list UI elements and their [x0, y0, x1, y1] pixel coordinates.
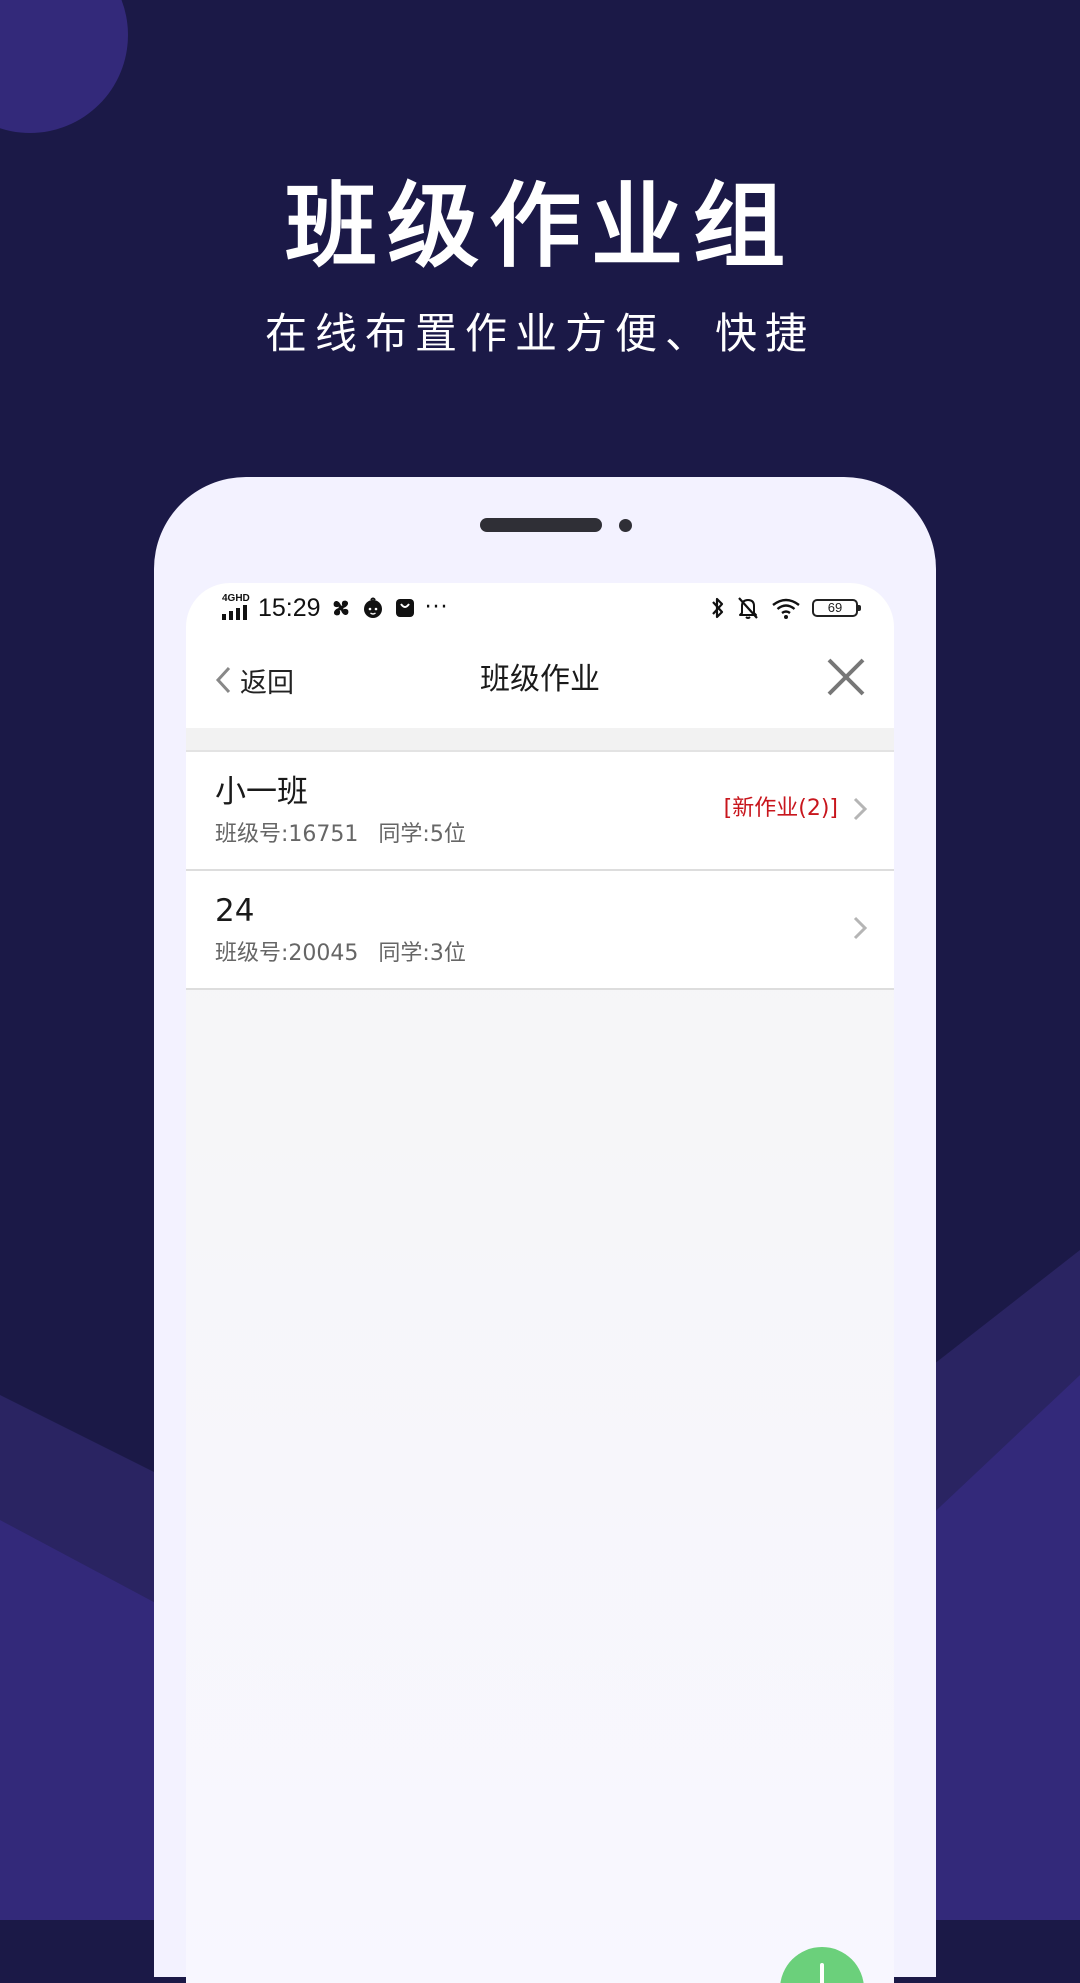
class-name: 小一班 — [215, 774, 308, 810]
chevron-right-icon — [853, 916, 868, 940]
phone-speaker — [480, 518, 602, 532]
cellular-signal-icon: 4GHD — [222, 594, 254, 622]
bell-muted-icon — [738, 597, 758, 619]
baby-face-icon — [363, 597, 382, 618]
status-left: 4GHD 15:29 ··· — [222, 591, 449, 625]
phone-mockup: 4GHD 15:29 ··· 69 返回 班级作业 小一班 班级号:16751 … — [154, 477, 936, 1983]
nav-bar: 返回 班级作业 — [186, 633, 894, 728]
class-list-item[interactable]: 24 班级号:20045 同学:3位 — [186, 871, 894, 990]
bluetooth-icon — [712, 597, 724, 619]
close-icon[interactable] — [824, 655, 868, 699]
new-homework-badge: [新作业(2)] — [723, 796, 838, 821]
headline-title: 班级作业组 — [284, 173, 795, 280]
status-bar: 4GHD 15:29 ··· 69 — [186, 583, 894, 633]
headline-subtitle: 在线布置作业方便、快捷 — [264, 309, 815, 358]
class-list: 小一班 班级号:16751 同学:5位 [新作业(2)] 24 班级号:20045… — [186, 752, 894, 990]
class-name: 24 — [215, 893, 255, 929]
status-time: 15:29 — [258, 593, 321, 622]
fan-icon — [333, 600, 348, 616]
section-divider — [186, 728, 894, 752]
battery-level: 69 — [827, 600, 843, 615]
add-class-button[interactable] — [780, 1947, 864, 1983]
phone-screen: 4GHD 15:29 ··· 69 返回 班级作业 小一班 班级号:16751 … — [186, 583, 894, 1983]
phone-camera — [619, 519, 632, 532]
class-number: 班级号:20045 — [215, 941, 359, 966]
class-meta: 班级号:16751 同学:5位 — [215, 820, 466, 850]
student-count: 同学:5位 — [378, 822, 466, 847]
status-right: 69 — [710, 591, 861, 625]
student-count: 同学:3位 — [378, 941, 466, 966]
plus-icon — [820, 1963, 824, 1983]
network-type: 4GHD — [222, 593, 250, 604]
back-button[interactable]: 返回 — [214, 659, 294, 701]
decorative-circle — [0, 0, 128, 133]
wifi-icon — [772, 598, 800, 619]
back-button-label: 返回 — [240, 667, 294, 699]
more-notifications-icon: ··· — [424, 595, 449, 620]
class-list-item[interactable]: 小一班 班级号:16751 同学:5位 [新作业(2)] — [186, 752, 894, 871]
chevron-left-icon — [215, 666, 231, 694]
shopping-bag-icon — [395, 599, 414, 617]
class-meta: 班级号:20045 同学:3位 — [215, 939, 466, 969]
battery-icon: 69 — [812, 599, 861, 617]
class-number: 班级号:16751 — [215, 822, 359, 847]
chevron-right-icon — [853, 797, 868, 821]
